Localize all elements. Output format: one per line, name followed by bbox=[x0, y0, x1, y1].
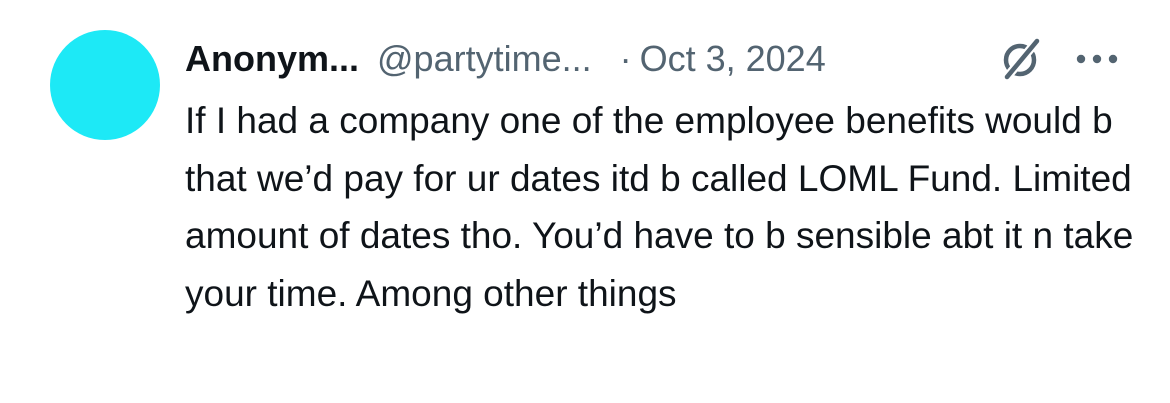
avatar[interactable] bbox=[50, 30, 160, 140]
tweet[interactable]: Anonym... @partytime... · Oct 3, 2024 If… bbox=[0, 0, 1170, 403]
tweet-date[interactable]: Oct 3, 2024 bbox=[640, 38, 826, 80]
separator-dot: · bbox=[619, 38, 632, 79]
tweet-text: If I had a company one of the employee b… bbox=[185, 100, 1134, 314]
tweet-header: Anonym... @partytime... · Oct 3, 2024 bbox=[185, 30, 1145, 88]
more-horizontal-icon[interactable] bbox=[1073, 44, 1121, 74]
display-name[interactable]: Anonym... bbox=[185, 38, 359, 80]
user-handle[interactable]: @partytime... bbox=[377, 38, 592, 80]
grok-slash-icon[interactable] bbox=[997, 35, 1045, 83]
